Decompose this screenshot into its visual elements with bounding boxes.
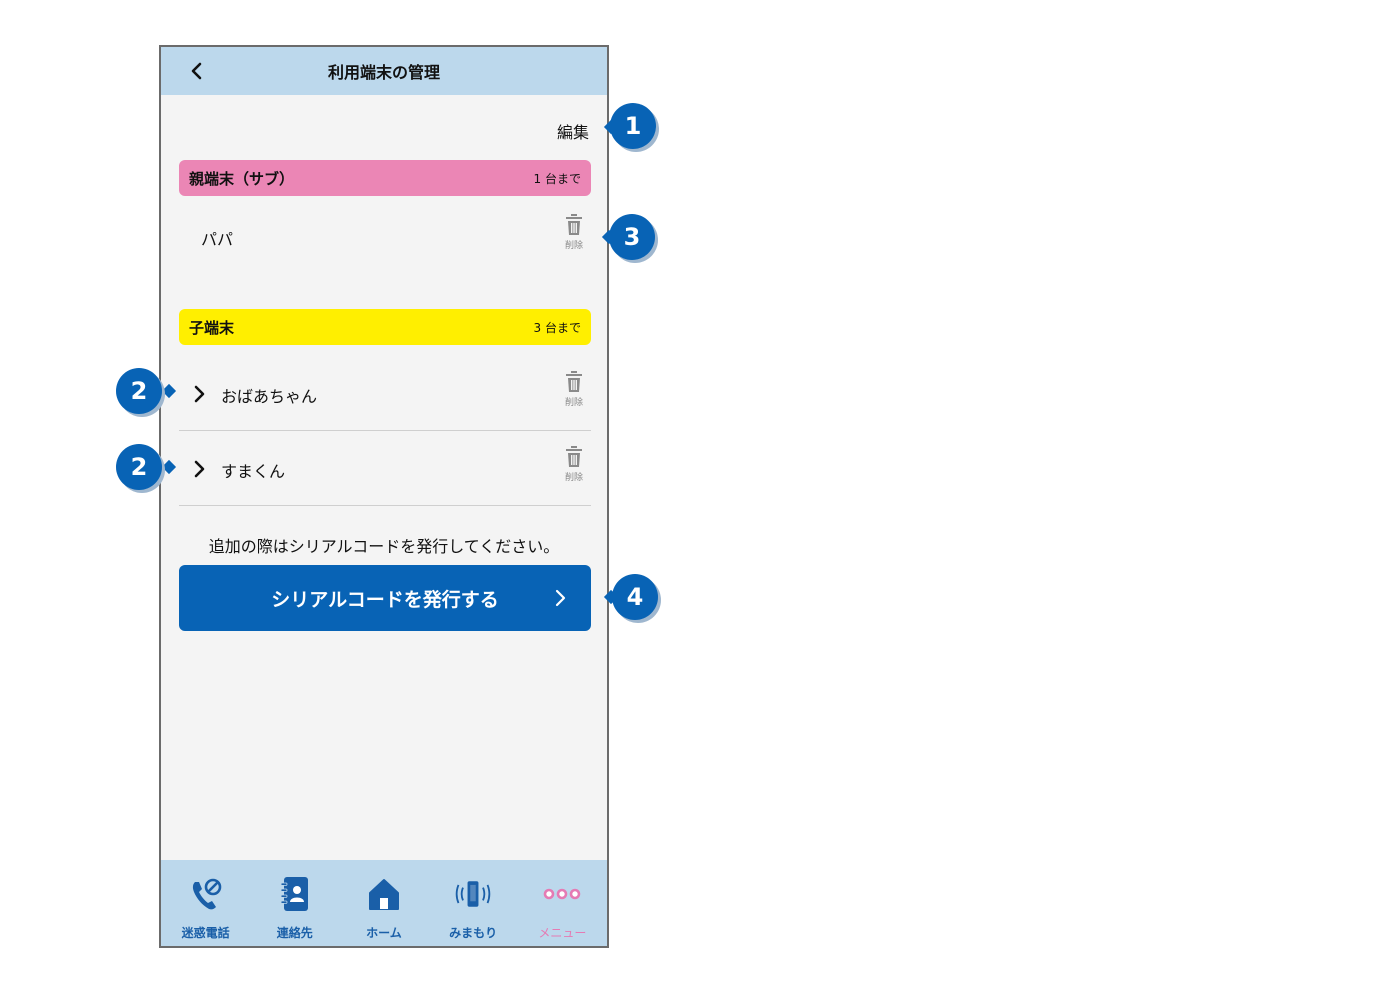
phone-screen: 利用端末の管理 編集 親端末（サブ） 1 台まで パパ 削除 子端末 3 台まで… (159, 45, 609, 948)
spam-call-block-icon (186, 874, 226, 914)
vibrating-phone-icon (453, 874, 493, 914)
nav-label: ホーム (366, 926, 402, 940)
nav-label: メニュー (538, 926, 587, 940)
callout-marker: 3 (609, 214, 655, 260)
nav-label: みまもり (449, 926, 498, 940)
trash-icon (566, 214, 582, 235)
parent-device-section-header: 親端末（サブ） 1 台まで (179, 160, 591, 196)
header-bar: 利用端末の管理 (161, 47, 607, 95)
child-device-row[interactable]: すまくん 削除 (179, 434, 591, 506)
home-icon (364, 874, 404, 914)
chevron-right-icon[interactable] (191, 385, 207, 403)
parent-device-name: パパ (201, 230, 234, 249)
nav-item-home[interactable]: ホーム (341, 860, 427, 941)
address-book-icon (275, 874, 315, 914)
callout-marker: 2 (116, 444, 162, 490)
page-title: 利用端末の管理 (327, 63, 440, 82)
more-dots-icon (542, 874, 582, 914)
nav-item-spam-calls[interactable]: 迷惑電話 (163, 860, 249, 941)
nav-item-monitoring[interactable]: みまもり (430, 860, 516, 941)
trash-icon (566, 371, 582, 392)
child-section-title: 子端末 (189, 318, 235, 337)
chevron-right-icon (553, 589, 567, 607)
issue-serial-code-button[interactable]: シリアルコードを発行する (179, 565, 591, 631)
nav-item-contacts[interactable]: 連絡先 (252, 860, 338, 941)
nav-label: 迷惑電話 (181, 926, 230, 940)
child-section-limit: 3 台まで (533, 320, 581, 335)
row-divider (179, 430, 591, 431)
child-device-section-header: 子端末 3 台まで (179, 309, 591, 345)
delete-label: 削除 (564, 473, 583, 483)
parent-device-delete-button[interactable]: 削除 (559, 214, 589, 256)
callout-marker: 4 (612, 574, 658, 620)
child-device-delete-button[interactable]: 削除 (559, 371, 589, 413)
row-divider (179, 505, 591, 506)
child-device-name: おばあちゃん (221, 387, 318, 406)
issue-serial-code-label: シリアルコードを発行する (271, 588, 499, 611)
chevron-right-icon[interactable] (191, 460, 207, 478)
child-device-row[interactable]: おばあちゃん 削除 (179, 359, 591, 431)
bottom-nav: 迷惑電話 連絡先 ホーム みまもり メニュー (161, 860, 607, 946)
parent-device-row: パパ 削除 (179, 202, 591, 274)
serial-code-note: 追加の際はシリアルコードを発行してください。 (208, 537, 560, 556)
delete-label: 削除 (564, 398, 583, 408)
parent-section-title: 親端末（サブ） (189, 169, 295, 188)
callout-marker: 2 (116, 368, 162, 414)
trash-icon (566, 446, 582, 467)
parent-section-limit: 1 台まで (533, 171, 581, 186)
child-device-name: すまくん (221, 462, 286, 481)
child-device-delete-button[interactable]: 削除 (559, 446, 589, 488)
callout-marker: 1 (610, 103, 656, 149)
edit-button[interactable]: 編集 (557, 119, 589, 143)
delete-label: 削除 (564, 241, 583, 251)
nav-label: 連絡先 (276, 926, 313, 940)
nav-item-menu[interactable]: メニュー (519, 860, 605, 941)
back-icon[interactable] (185, 59, 209, 83)
